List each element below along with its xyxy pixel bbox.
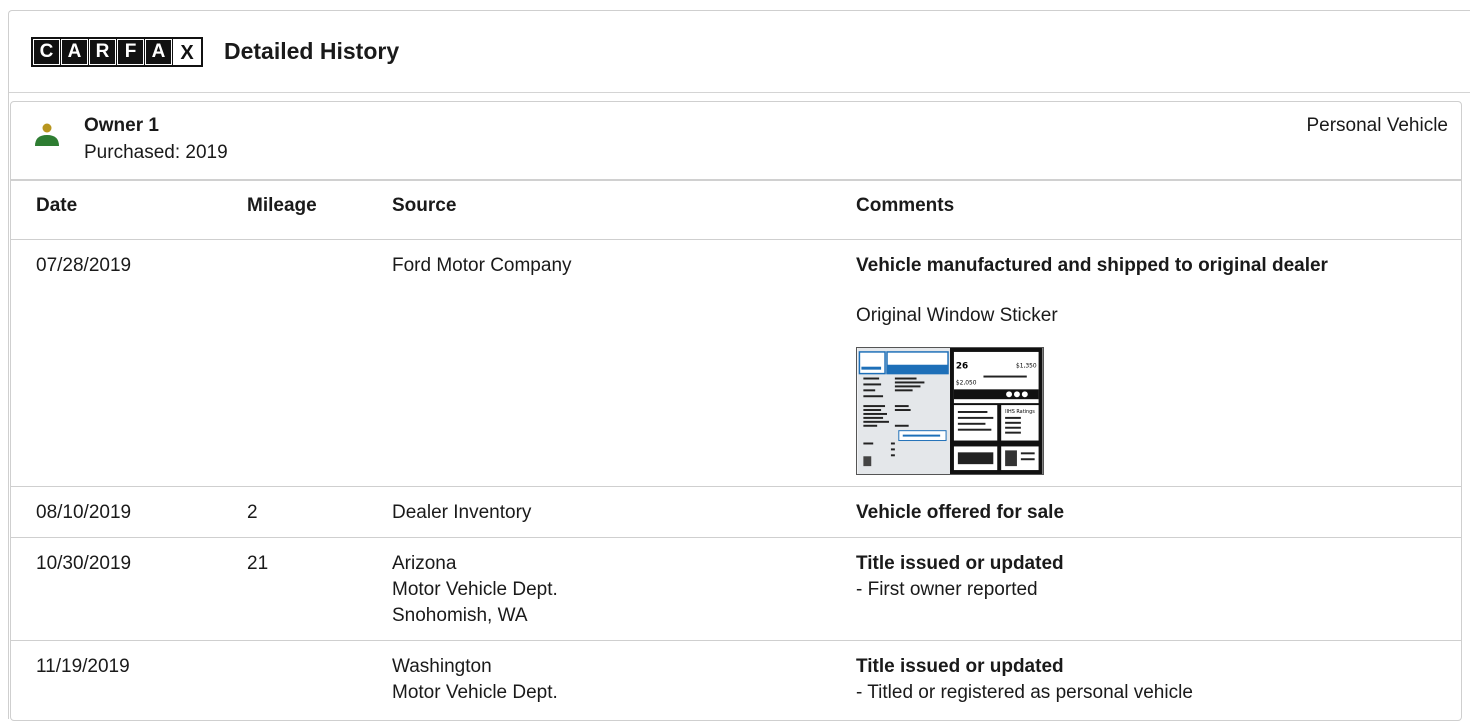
- carfax-logo: C A R F A X: [31, 36, 203, 67]
- table-row: 07/28/2019 Ford Motor Company Vehicle ma…: [11, 240, 1461, 487]
- table-row: 11/19/2019 Washington Motor Vehicle Dept…: [11, 641, 1461, 720]
- window-sticker-link[interactable]: Original Window Sticker: [856, 303, 1328, 329]
- col-date: Date: [36, 195, 78, 216]
- row-comments: Title issued or updated - Titled or regi…: [856, 654, 1193, 706]
- row-comments: Vehicle manufactured and shipped to orig…: [856, 253, 1328, 475]
- owner-card: Owner 1 Purchased: 2019 Personal Vehicle…: [10, 101, 1462, 721]
- row-date: 10/30/2019: [36, 553, 132, 574]
- comment-title: Vehicle offered for sale: [856, 502, 1065, 523]
- person-icon: [35, 123, 59, 146]
- col-comments: Comments: [856, 195, 955, 216]
- row-source: Arizona Motor Vehicle Dept. Snohomish, W…: [392, 553, 558, 626]
- row-date: 07/28/2019: [36, 255, 132, 276]
- svg-text:IIHS Ratings: IIHS Ratings: [1005, 409, 1035, 415]
- owner-name: Owner 1: [84, 115, 159, 136]
- table-row: 10/30/2019 21 Arizona Motor Vehicle Dept…: [11, 538, 1461, 641]
- row-date: 11/19/2019: [36, 656, 130, 677]
- row-date: 08/10/2019: [36, 502, 132, 523]
- row-mileage: 2: [247, 502, 258, 523]
- comment-title: Vehicle manufactured and shipped to orig…: [856, 255, 1328, 276]
- comment-title: Title issued or updated: [856, 553, 1064, 574]
- owner-summary: Owner 1 Purchased: 2019 Personal Vehicle: [11, 102, 1461, 181]
- comment-title: Title issued or updated: [856, 656, 1064, 677]
- svg-text:26: 26: [956, 362, 968, 372]
- row-comments: Title issued or updated - First owner re…: [856, 551, 1064, 603]
- window-sticker-thumbnail[interactable]: 26 $1,350 $2,050 IIHS Ratings: [856, 347, 1044, 475]
- table-header: Date Mileage Source Comments: [11, 181, 1461, 240]
- row-source: Washington Motor Vehicle Dept.: [392, 656, 558, 703]
- section-title: Detailed History: [224, 38, 400, 64]
- svg-text:$1,350: $1,350: [1016, 364, 1037, 370]
- col-source: Source: [392, 195, 457, 216]
- table-row: 08/10/2019 2 Dealer Inventory Vehicle of…: [11, 487, 1461, 538]
- comment-detail: - First owner reported: [856, 579, 1038, 600]
- row-source: Dealer Inventory: [392, 502, 532, 523]
- svg-text:$2,050: $2,050: [956, 380, 977, 386]
- section-header: C A R F A X Detailed History: [9, 11, 1470, 93]
- owner-purchased: Purchased: 2019: [84, 142, 228, 163]
- comment-detail: - Titled or registered as personal vehic…: [856, 682, 1193, 703]
- row-source: Ford Motor Company: [392, 255, 572, 276]
- owner-type: Personal Vehicle: [1306, 115, 1448, 136]
- row-mileage: 21: [247, 553, 269, 574]
- row-comments: Vehicle offered for sale: [856, 500, 1064, 526]
- col-mileage: Mileage: [247, 195, 317, 216]
